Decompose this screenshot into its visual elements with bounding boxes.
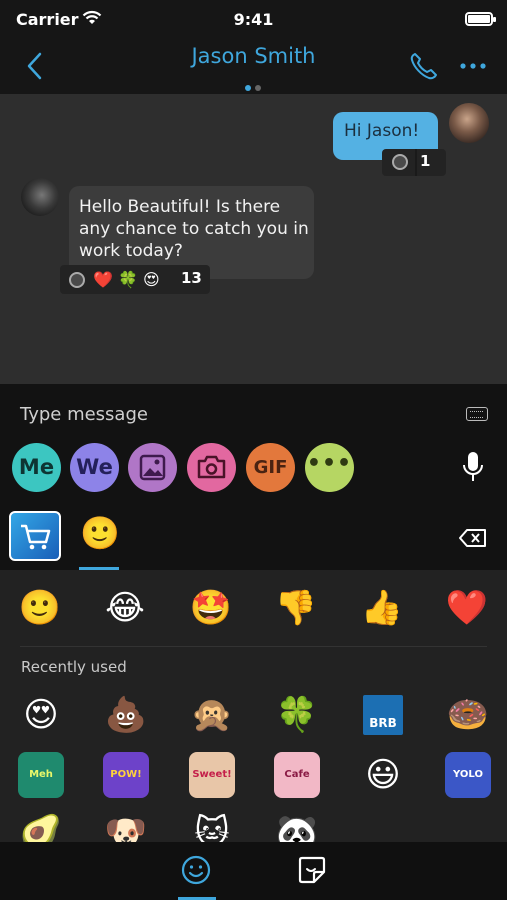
divider	[20, 646, 487, 647]
me-button[interactable]: Me	[12, 443, 61, 492]
more-actions-button[interactable]: •••	[305, 443, 354, 492]
page-dot	[255, 85, 261, 91]
sticker[interactable]: 😍	[18, 692, 64, 738]
conversation[interactable]: Hi Jason! 1 Hello Beautiful! Is there an…	[0, 94, 507, 384]
status-bar: Carrier 9:41	[0, 0, 507, 40]
sticker[interactable]: Cafe	[274, 752, 320, 798]
gallery-button[interactable]	[128, 443, 177, 492]
camera-sticker-icon	[392, 154, 408, 170]
heart-eyes-icon: 😍	[143, 270, 160, 289]
emoji-key[interactable]: ❤️	[445, 588, 489, 628]
emoji-panel: 🙂 😂 🤩 👎 👍 ❤️ Recently used 😍 💩 🙊 🍀 BRB 🍩…	[0, 570, 507, 842]
avatar[interactable]	[449, 103, 489, 143]
backspace-icon[interactable]	[458, 528, 488, 548]
clock: 9:41	[233, 10, 274, 29]
recently-used-label: Recently used	[21, 658, 127, 676]
sticker[interactable]: 💩	[103, 692, 149, 738]
sticker[interactable]: 🐼	[274, 810, 320, 842]
shopping-cart-icon	[21, 524, 51, 550]
message-input[interactable]: Type message	[20, 404, 148, 425]
sticker-icon[interactable]	[296, 854, 328, 886]
microphone-icon[interactable]	[460, 450, 486, 484]
emoji-key[interactable]: 🙂	[18, 588, 62, 628]
sticker[interactable]: 🙊	[189, 692, 235, 738]
camera-sticker-icon	[69, 272, 85, 288]
phone-icon[interactable]	[408, 50, 440, 82]
smiley-icon[interactable]	[180, 854, 212, 886]
reaction-bar[interactable]: 1	[382, 149, 446, 176]
gif-button[interactable]: GIF	[246, 443, 295, 492]
reaction-count: 13	[181, 269, 202, 287]
divider	[415, 149, 417, 176]
sticker[interactable]: 🍩	[445, 692, 491, 738]
keyboard-icon[interactable]	[466, 407, 488, 421]
sticker[interactable]: BRB	[363, 695, 403, 735]
camera-icon	[197, 455, 226, 479]
reaction-bar[interactable]: ❤️ 🍀 😍 13	[60, 265, 210, 294]
page-indicator	[245, 76, 265, 95]
camera-button[interactable]	[187, 443, 236, 492]
avatar[interactable]	[21, 178, 59, 216]
sticker[interactable]: 😃	[360, 752, 406, 798]
clover-icon: 🍀	[118, 270, 138, 289]
emoji-tab[interactable]: 🙂	[80, 516, 120, 550]
battery-icon	[465, 12, 496, 26]
sticker[interactable]: POW!	[103, 752, 149, 798]
reaction-count: 1	[420, 152, 431, 170]
heart-icon: ❤️	[93, 270, 113, 289]
composer: Type message Me We GIF ••• 🙂	[0, 384, 507, 570]
sticker[interactable]: Meh	[18, 752, 64, 798]
more-options-icon[interactable]	[458, 60, 488, 72]
sticker[interactable]: Sweet!	[189, 752, 235, 798]
page-dot-active	[245, 85, 251, 91]
emoji-key[interactable]: 😂	[103, 588, 147, 628]
image-icon	[139, 454, 166, 481]
sticker[interactable]: 🥑	[18, 810, 64, 842]
sticker-store-tab[interactable]	[9, 511, 61, 561]
emoji-key[interactable]: 👍	[360, 588, 404, 628]
emoji-key[interactable]: 👎	[274, 588, 318, 628]
sticker[interactable]: YOLO	[445, 752, 491, 798]
keyboard-tab-bar	[0, 842, 507, 900]
sticker[interactable]: 🍀	[274, 692, 320, 738]
we-button[interactable]: We	[70, 443, 119, 492]
sticker[interactable]: 🐶	[103, 810, 149, 842]
chat-header: Jason Smith	[0, 40, 507, 94]
sticker[interactable]: 🐱	[189, 810, 235, 842]
emoji-key[interactable]: 🤩	[189, 588, 233, 628]
